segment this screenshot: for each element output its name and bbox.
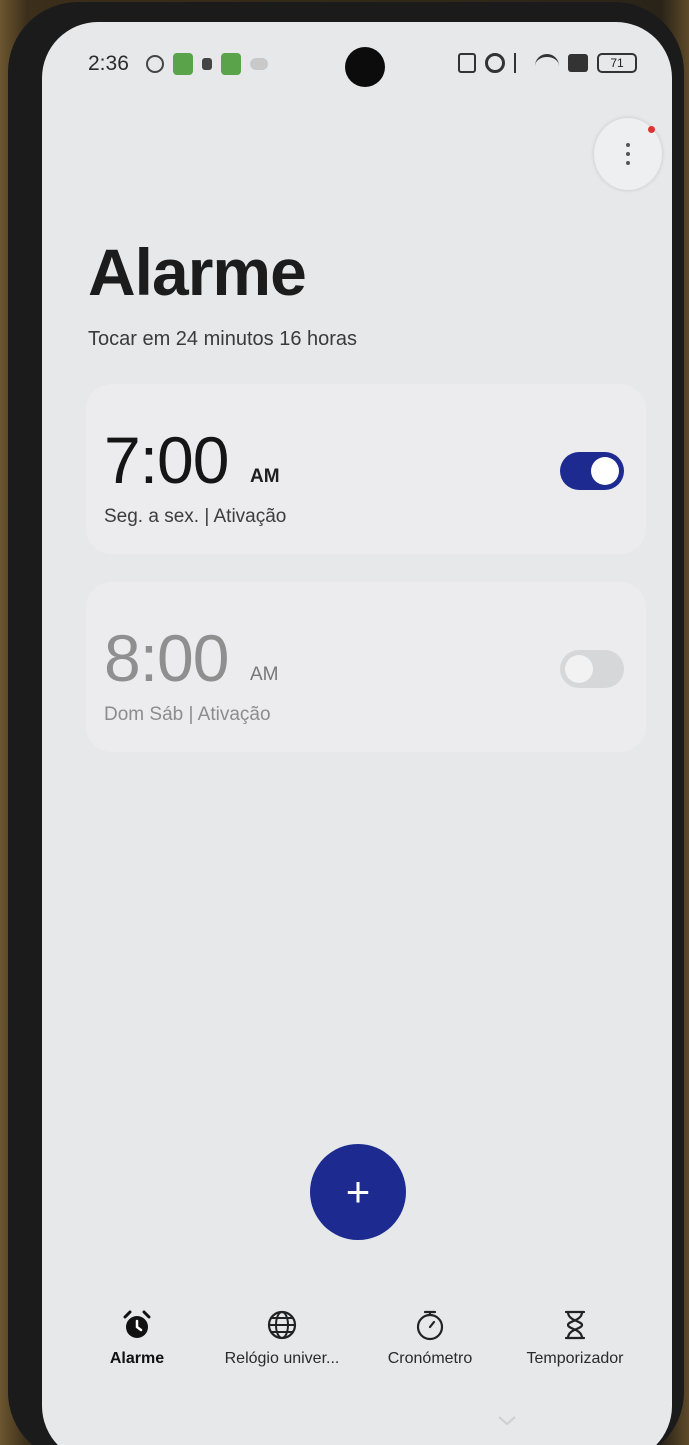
bottom-navigation: Alarme Relógio univer... Cronómetro Temp… — [42, 1292, 672, 1392]
clock-app-screen: 2:36 71 Alarme Tocar em 24 minutos 16 ho… — [42, 22, 672, 1445]
chevron-down-icon — [498, 1416, 516, 1426]
tab-world-clock[interactable]: Relógio univer... — [212, 1292, 352, 1382]
alarm-status-icon — [485, 53, 505, 73]
toggle-knob — [591, 457, 619, 485]
toggle-knob — [565, 655, 593, 683]
status-system-icons: 71 — [458, 53, 637, 73]
alarm-repeat-days: Seg. a sex. | Ativação — [104, 506, 287, 527]
alarm-toggle[interactable] — [560, 452, 624, 490]
more-vert-icon — [626, 143, 630, 165]
battery-icon: 71 — [597, 53, 637, 73]
tab-timer[interactable]: Temporizador — [508, 1292, 642, 1382]
tab-stopwatch[interactable]: Cronómetro — [374, 1292, 486, 1382]
stopwatch-icon — [416, 1310, 444, 1341]
no-sim-icon — [568, 54, 588, 72]
alarm-toggle[interactable] — [560, 650, 624, 688]
tab-label: Temporizador — [526, 1350, 624, 1367]
more-options-button[interactable] — [594, 118, 662, 190]
alarm-ampm: AM — [250, 664, 279, 685]
globe-icon — [267, 1310, 297, 1340]
notification-dot — [648, 126, 655, 133]
alarm-ampm: AM — [250, 466, 280, 487]
tab-alarm[interactable]: Alarme — [94, 1292, 180, 1382]
alarm-repeat-days: Dom Sáb | Ativação — [104, 704, 271, 725]
tab-label: Alarme — [109, 1350, 165, 1367]
next-alarm-info: Tocar em 24 minutos 16 horas — [88, 328, 358, 350]
alarm-card[interactable]: 8:00 AM Dom Sáb | Ativação — [86, 582, 646, 752]
more-notifications-icon — [250, 58, 268, 70]
alarm-time: 7:00 — [104, 423, 229, 497]
alarm-card[interactable]: 7:00 AM Seg. a sex. | Ativação — [86, 384, 646, 554]
back-gesture-handle[interactable] — [487, 1414, 527, 1428]
status-notification-icons — [146, 53, 268, 75]
hourglass-icon — [564, 1310, 586, 1340]
page-title: Alarme — [88, 235, 307, 309]
tab-label: Relógio univer... — [224, 1350, 340, 1367]
green-app-icon — [221, 53, 241, 75]
lock-icon — [202, 58, 212, 70]
front-camera — [345, 47, 385, 87]
green-app-icon — [173, 53, 193, 75]
photo-background: 2:36 71 Alarme Tocar em 24 minutos 16 ho… — [0, 0, 689, 1445]
add-alarm-button[interactable]: + — [310, 1144, 406, 1240]
app-notification-icon — [146, 55, 164, 73]
plus-icon: + — [345, 1168, 371, 1215]
status-time: 2:36 — [88, 52, 129, 75]
alarm-time: 8:00 — [104, 621, 229, 695]
bluetooth-icon — [514, 53, 526, 73]
phone-frame: 2:36 71 Alarme Tocar em 24 minutos 16 ho… — [8, 2, 684, 1445]
alarm-clock-icon — [123, 1310, 151, 1338]
nfc-icon — [458, 53, 476, 73]
wifi-icon — [535, 54, 559, 72]
tab-label: Cronómetro — [387, 1350, 473, 1367]
status-bar: 2:36 71 — [42, 22, 672, 102]
